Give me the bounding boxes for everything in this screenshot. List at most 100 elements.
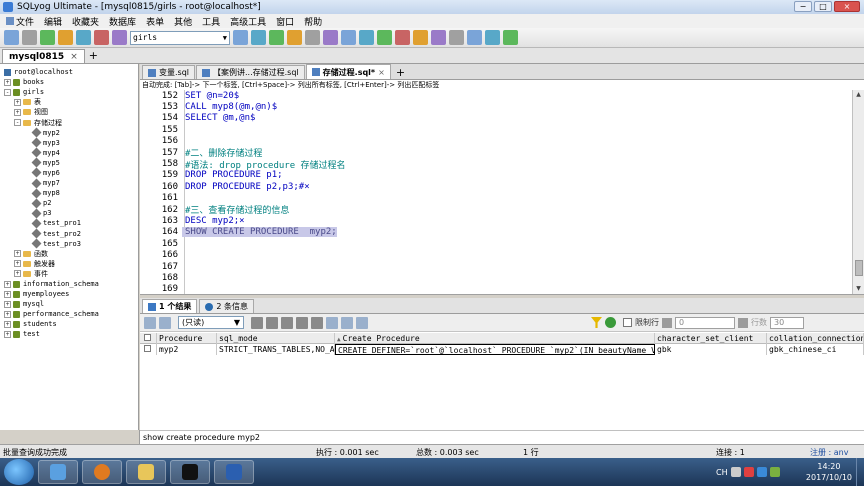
refresh-results-icon[interactable] xyxy=(605,317,616,328)
grid-mode-icon[interactable] xyxy=(326,316,338,329)
result-options-icon[interactable] xyxy=(159,316,171,329)
table-cell[interactable]: gbk xyxy=(655,344,767,355)
checkbox[interactable] xyxy=(144,345,151,352)
volume-icon[interactable] xyxy=(769,467,780,477)
new-query-icon[interactable] xyxy=(40,30,55,45)
duplicate-row-icon[interactable] xyxy=(281,316,293,329)
code-line[interactable]: 168 xyxy=(140,272,852,283)
tree-item[interactable]: p3 xyxy=(0,208,138,219)
expand-icon[interactable]: + xyxy=(4,320,11,328)
tree-item[interactable]: + 事件 xyxy=(0,269,138,279)
schema-designer-icon[interactable] xyxy=(431,30,446,45)
tree-item[interactable]: myp3 xyxy=(0,137,138,148)
taskbar-word[interactable] xyxy=(214,460,254,484)
connection-tab[interactable]: mysql0815 × xyxy=(2,49,85,63)
table-cell[interactable]: gbk_chinese_ci xyxy=(767,344,864,355)
result-mode-select[interactable]: (只读) ▼ xyxy=(178,316,244,329)
tree-item[interactable]: + 视图 xyxy=(0,107,138,117)
tree-item[interactable]: myp8 xyxy=(0,188,138,199)
first-row-input[interactable]: 0 xyxy=(675,316,735,329)
save-changes-icon[interactable] xyxy=(251,316,263,329)
expand-icon[interactable]: + xyxy=(14,108,21,116)
tree-item[interactable]: + students xyxy=(0,319,138,329)
data-sync-icon[interactable] xyxy=(503,30,518,45)
tree-item[interactable]: + 表 xyxy=(0,97,138,107)
tree-item[interactable]: myp4 xyxy=(0,147,138,158)
import-icon[interactable] xyxy=(323,30,338,45)
code-line[interactable]: 165 xyxy=(140,238,852,249)
menu-help[interactable]: 帮助 xyxy=(302,15,324,28)
select-all-checkbox-cell[interactable] xyxy=(140,333,157,344)
row-checkbox-cell[interactable] xyxy=(140,344,157,355)
network-icon[interactable] xyxy=(756,467,767,477)
menu-tools[interactable]: 工具 xyxy=(200,15,222,28)
code-line[interactable]: 160 DROP PROCEDURE p2,p3;#× xyxy=(140,181,852,192)
tree-item[interactable]: + performance_schema xyxy=(0,309,138,319)
new-query-tab-button[interactable]: + xyxy=(392,66,405,79)
column-header-sql-mode[interactable]: sql_mode xyxy=(217,333,335,344)
history-icon[interactable] xyxy=(449,30,464,45)
code-line[interactable]: 167 xyxy=(140,261,852,272)
backup-icon[interactable] xyxy=(359,30,374,45)
tree-item[interactable]: - 存储过程 xyxy=(0,117,138,127)
show-desktop-button[interactable] xyxy=(856,458,864,486)
manage-indexes-icon[interactable] xyxy=(287,30,302,45)
tree-item[interactable]: + information_schema xyxy=(0,279,138,289)
code-line[interactable]: 163 DESC myp2;× xyxy=(140,215,852,226)
tab-messages[interactable]: 2 条信息 xyxy=(199,299,254,313)
code-line[interactable]: 166 xyxy=(140,250,852,261)
editor-tab[interactable]: 存储过程.sql* × xyxy=(305,64,391,79)
database-selector[interactable]: girls ▼ xyxy=(130,30,230,45)
editor-tab[interactable]: 【案例讲...存储过程.sql xyxy=(196,65,305,79)
expand-icon[interactable]: + xyxy=(4,300,11,308)
tree-item[interactable]: + 触发器 xyxy=(0,259,138,269)
new-connection-icon[interactable] xyxy=(4,30,19,45)
tab-results[interactable]: 1 个结果 xyxy=(142,299,198,313)
scroll-down-icon[interactable]: ▼ xyxy=(853,284,864,294)
scroll-up-icon[interactable]: ▲ xyxy=(853,90,864,100)
profiler-icon[interactable] xyxy=(485,30,500,45)
collapse-icon[interactable]: - xyxy=(14,119,21,127)
code-line[interactable]: 164 SHOW CREATE PROCEDURE myp2; xyxy=(140,227,852,238)
tree-item[interactable]: myp5 xyxy=(0,157,138,168)
limit-rows-checkbox[interactable] xyxy=(623,318,632,327)
code-line[interactable]: 162 #三、查看存储过程的信息 xyxy=(140,204,852,217)
form-mode-icon[interactable] xyxy=(341,316,353,329)
menu-table[interactable]: 表单 xyxy=(144,15,166,28)
tree-item[interactable]: + test xyxy=(0,329,138,339)
start-button[interactable] xyxy=(4,459,34,485)
alter-table-icon[interactable] xyxy=(269,30,284,45)
filter-icon[interactable] xyxy=(591,317,602,328)
tree-item[interactable]: myp2 xyxy=(0,127,138,138)
tree-item[interactable]: test_pro2 xyxy=(0,228,138,239)
tree-item[interactable]: + myemployees xyxy=(0,289,138,299)
table-cell[interactable]: STRICT_TRANS_TABLES,NO_AU xyxy=(217,344,335,355)
input-language[interactable]: CH xyxy=(716,468,728,477)
menu-file[interactable]: 文件 xyxy=(4,15,36,28)
schema-sync-icon[interactable] xyxy=(377,30,392,45)
editor-tab[interactable]: 变量.sql xyxy=(142,65,196,79)
menu-favorites[interactable]: 收藏夹 xyxy=(70,15,101,28)
editor-vertical-scrollbar[interactable]: ▲ ▼ xyxy=(852,90,864,294)
export-icon[interactable] xyxy=(341,30,356,45)
column-header-create-procedure[interactable]: ▲ Create Procedure xyxy=(335,333,655,344)
taskbar-explorer[interactable] xyxy=(126,460,166,484)
checkbox[interactable] xyxy=(144,334,151,341)
antivirus-icon[interactable] xyxy=(743,467,754,477)
code-line[interactable]: 153 CALL myp8(@m,@n)$ xyxy=(140,101,852,112)
close-icon[interactable]: × xyxy=(70,52,78,62)
tree-item[interactable]: - girls xyxy=(0,87,138,97)
text-mode-icon[interactable] xyxy=(356,316,368,329)
menu-database[interactable]: 数据库 xyxy=(107,15,138,28)
menu-window[interactable]: 窗口 xyxy=(274,15,296,28)
disconnect-icon[interactable] xyxy=(22,30,37,45)
taskbar-browser[interactable] xyxy=(82,460,122,484)
expand-icon[interactable]: + xyxy=(4,78,11,86)
collapse-icon[interactable]: - xyxy=(4,88,11,96)
table-row[interactable]: myp2 STRICT_TRANS_TABLES,NO_AU CREATE DE… xyxy=(140,344,864,355)
user-manager-icon[interactable] xyxy=(395,30,410,45)
create-database-icon[interactable] xyxy=(233,30,248,45)
format-query-icon[interactable] xyxy=(467,30,482,45)
minimize-button[interactable]: − xyxy=(794,1,812,12)
tree-item[interactable]: + mysql xyxy=(0,299,138,309)
